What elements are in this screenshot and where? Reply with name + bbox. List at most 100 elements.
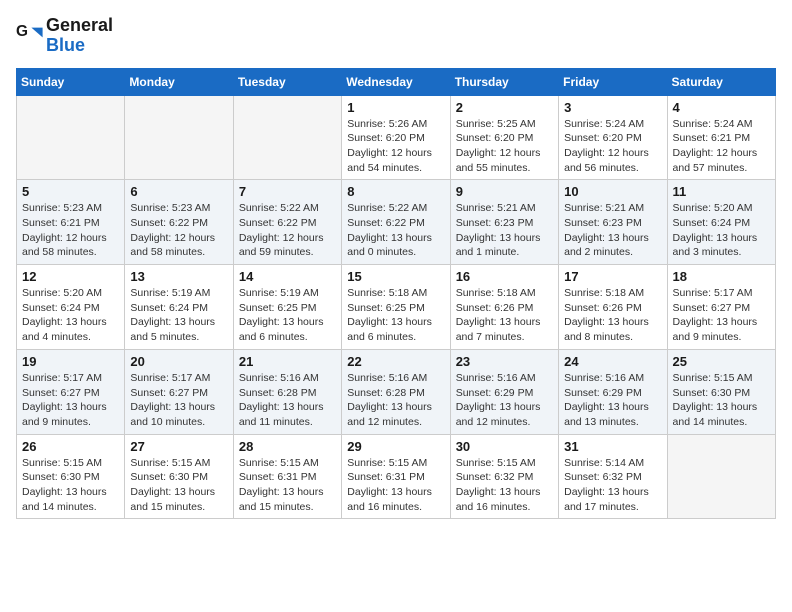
weekday-header-thursday: Thursday	[450, 68, 558, 95]
calendar-cell	[233, 95, 341, 180]
day-info: Sunrise: 5:16 AM Sunset: 6:28 PM Dayligh…	[347, 371, 444, 430]
day-number: 13	[130, 269, 227, 284]
calendar-cell: 8 Sunrise: 5:22 AM Sunset: 6:22 PM Daylig…	[342, 180, 450, 265]
day-info: Sunrise: 5:23 AM Sunset: 6:21 PM Dayligh…	[22, 201, 119, 260]
day-info: Sunrise: 5:19 AM Sunset: 6:24 PM Dayligh…	[130, 286, 227, 345]
weekday-header-monday: Monday	[125, 68, 233, 95]
calendar-cell: 12Sunrise: 5:20 AM Sunset: 6:24 PM Dayli…	[17, 265, 125, 350]
day-info: Sunrise: 5:22 AM Sunset: 6:22 PM Dayligh…	[239, 201, 336, 260]
day-info: Sunrise: 5:18 AM Sunset: 6:26 PM Dayligh…	[456, 286, 553, 345]
page-header: G General Blue	[16, 16, 776, 56]
day-number: 24	[564, 354, 661, 369]
day-info: Sunrise: 5:17 AM Sunset: 6:27 PM Dayligh…	[22, 371, 119, 430]
day-number: 19	[22, 354, 119, 369]
day-info: Sunrise: 5:15 AM Sunset: 6:30 PM Dayligh…	[130, 456, 227, 515]
day-number: 25	[673, 354, 770, 369]
calendar-week-row: 5 Sunrise: 5:23 AM Sunset: 6:21 PM Daylig…	[17, 180, 776, 265]
calendar-cell: 15 Sunrise: 5:18 AM Sunset: 6:25 PM Dayli…	[342, 265, 450, 350]
calendar-cell: 17Sunrise: 5:18 AM Sunset: 6:26 PM Dayli…	[559, 265, 667, 350]
calendar-cell: 11 Sunrise: 5:20 AM Sunset: 6:24 PM Dayli…	[667, 180, 775, 265]
day-number: 27	[130, 439, 227, 454]
logo-text: General Blue	[46, 16, 113, 56]
day-number: 5	[22, 184, 119, 199]
day-info: Sunrise: 5:23 AM Sunset: 6:22 PM Dayligh…	[130, 201, 227, 260]
day-info: Sunrise: 5:24 AM Sunset: 6:20 PM Dayligh…	[564, 117, 661, 176]
day-number: 31	[564, 439, 661, 454]
logo: G General Blue	[16, 16, 113, 56]
day-number: 28	[239, 439, 336, 454]
day-number: 26	[22, 439, 119, 454]
calendar-cell	[667, 434, 775, 519]
calendar-cell: 1Sunrise: 5:26 AM Sunset: 6:20 PM Daylig…	[342, 95, 450, 180]
day-info: Sunrise: 5:15 AM Sunset: 6:32 PM Dayligh…	[456, 456, 553, 515]
calendar-cell: 28 Sunrise: 5:15 AM Sunset: 6:31 PM Dayli…	[233, 434, 341, 519]
day-number: 2	[456, 100, 553, 115]
calendar-cell: 29 Sunrise: 5:15 AM Sunset: 6:31 PM Dayli…	[342, 434, 450, 519]
weekday-header-wednesday: Wednesday	[342, 68, 450, 95]
calendar-cell: 13 Sunrise: 5:19 AM Sunset: 6:24 PM Dayli…	[125, 265, 233, 350]
weekday-header-saturday: Saturday	[667, 68, 775, 95]
day-number: 16	[456, 269, 553, 284]
day-info: Sunrise: 5:18 AM Sunset: 6:26 PM Dayligh…	[564, 286, 661, 345]
day-info: Sunrise: 5:16 AM Sunset: 6:28 PM Dayligh…	[239, 371, 336, 430]
day-info: Sunrise: 5:17 AM Sunset: 6:27 PM Dayligh…	[130, 371, 227, 430]
calendar-week-row: 12Sunrise: 5:20 AM Sunset: 6:24 PM Dayli…	[17, 265, 776, 350]
day-info: Sunrise: 5:22 AM Sunset: 6:22 PM Dayligh…	[347, 201, 444, 260]
calendar-week-row: 26 Sunrise: 5:15 AM Sunset: 6:30 PM Dayli…	[17, 434, 776, 519]
weekday-header-sunday: Sunday	[17, 68, 125, 95]
day-number: 11	[673, 184, 770, 199]
weekday-header-row: SundayMondayTuesdayWednesdayThursdayFrid…	[17, 68, 776, 95]
day-number: 22	[347, 354, 444, 369]
day-info: Sunrise: 5:15 AM Sunset: 6:30 PM Dayligh…	[22, 456, 119, 515]
calendar-cell: 4Sunrise: 5:24 AM Sunset: 6:21 PM Daylig…	[667, 95, 775, 180]
weekday-header-friday: Friday	[559, 68, 667, 95]
calendar-cell: 27 Sunrise: 5:15 AM Sunset: 6:30 PM Dayli…	[125, 434, 233, 519]
calendar-cell: 16 Sunrise: 5:18 AM Sunset: 6:26 PM Dayli…	[450, 265, 558, 350]
day-number: 10	[564, 184, 661, 199]
logo-icon: G	[16, 22, 44, 50]
calendar-week-row: 19 Sunrise: 5:17 AM Sunset: 6:27 PM Dayli…	[17, 349, 776, 434]
weekday-header-tuesday: Tuesday	[233, 68, 341, 95]
day-number: 18	[673, 269, 770, 284]
day-info: Sunrise: 5:17 AM Sunset: 6:27 PM Dayligh…	[673, 286, 770, 345]
calendar-cell: 10 Sunrise: 5:21 AM Sunset: 6:23 PM Dayli…	[559, 180, 667, 265]
day-info: Sunrise: 5:15 AM Sunset: 6:31 PM Dayligh…	[239, 456, 336, 515]
day-number: 29	[347, 439, 444, 454]
calendar-table: SundayMondayTuesdayWednesdayThursdayFrid…	[16, 68, 776, 520]
day-info: Sunrise: 5:21 AM Sunset: 6:23 PM Dayligh…	[564, 201, 661, 260]
calendar-cell: 20 Sunrise: 5:17 AM Sunset: 6:27 PM Dayli…	[125, 349, 233, 434]
day-info: Sunrise: 5:18 AM Sunset: 6:25 PM Dayligh…	[347, 286, 444, 345]
day-info: Sunrise: 5:14 AM Sunset: 6:32 PM Dayligh…	[564, 456, 661, 515]
calendar-cell: 18 Sunrise: 5:17 AM Sunset: 6:27 PM Dayli…	[667, 265, 775, 350]
day-number: 30	[456, 439, 553, 454]
day-number: 9	[456, 184, 553, 199]
calendar-cell: 6Sunrise: 5:23 AM Sunset: 6:22 PM Daylig…	[125, 180, 233, 265]
calendar-week-row: 1Sunrise: 5:26 AM Sunset: 6:20 PM Daylig…	[17, 95, 776, 180]
day-info: Sunrise: 5:16 AM Sunset: 6:29 PM Dayligh…	[456, 371, 553, 430]
calendar-cell: 31 Sunrise: 5:14 AM Sunset: 6:32 PM Dayli…	[559, 434, 667, 519]
calendar-cell: 26 Sunrise: 5:15 AM Sunset: 6:30 PM Dayli…	[17, 434, 125, 519]
calendar-cell: 23 Sunrise: 5:16 AM Sunset: 6:29 PM Dayli…	[450, 349, 558, 434]
calendar-cell: 21Sunrise: 5:16 AM Sunset: 6:28 PM Dayli…	[233, 349, 341, 434]
day-info: Sunrise: 5:19 AM Sunset: 6:25 PM Dayligh…	[239, 286, 336, 345]
calendar-cell: 2Sunrise: 5:25 AM Sunset: 6:20 PM Daylig…	[450, 95, 558, 180]
day-number: 14	[239, 269, 336, 284]
day-number: 8	[347, 184, 444, 199]
day-info: Sunrise: 5:15 AM Sunset: 6:31 PM Dayligh…	[347, 456, 444, 515]
calendar-cell: 24Sunrise: 5:16 AM Sunset: 6:29 PM Dayli…	[559, 349, 667, 434]
day-info: Sunrise: 5:24 AM Sunset: 6:21 PM Dayligh…	[673, 117, 770, 176]
day-info: Sunrise: 5:21 AM Sunset: 6:23 PM Dayligh…	[456, 201, 553, 260]
calendar-cell: 25Sunrise: 5:15 AM Sunset: 6:30 PM Dayli…	[667, 349, 775, 434]
day-number: 20	[130, 354, 227, 369]
day-number: 7	[239, 184, 336, 199]
calendar-cell: 19 Sunrise: 5:17 AM Sunset: 6:27 PM Dayli…	[17, 349, 125, 434]
day-info: Sunrise: 5:20 AM Sunset: 6:24 PM Dayligh…	[22, 286, 119, 345]
day-number: 15	[347, 269, 444, 284]
day-number: 3	[564, 100, 661, 115]
day-info: Sunrise: 5:20 AM Sunset: 6:24 PM Dayligh…	[673, 201, 770, 260]
calendar-cell: 5 Sunrise: 5:23 AM Sunset: 6:21 PM Daylig…	[17, 180, 125, 265]
day-number: 23	[456, 354, 553, 369]
day-number: 1	[347, 100, 444, 115]
calendar-cell: 3 Sunrise: 5:24 AM Sunset: 6:20 PM Daylig…	[559, 95, 667, 180]
calendar-cell	[125, 95, 233, 180]
